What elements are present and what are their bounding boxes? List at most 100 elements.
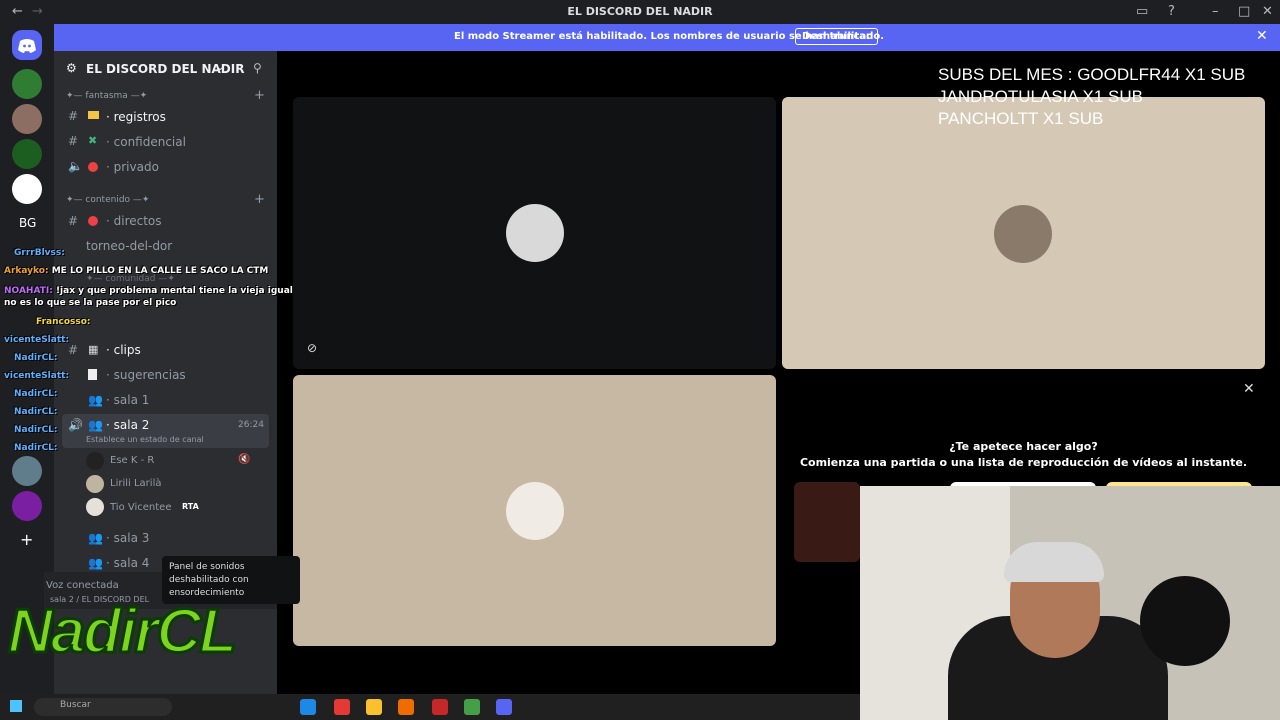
chat-nick: vicenteSlatt: bbox=[4, 371, 70, 381]
category-fantasma[interactable]: ✦— fantasma —✦ bbox=[66, 91, 147, 101]
windows-taskbar: Buscar bbox=[0, 694, 860, 720]
channel-sala1[interactable]: · sala 1 bbox=[106, 393, 149, 407]
channel-torneo[interactable]: torneo-del-dor bbox=[86, 239, 172, 253]
channel-clips[interactable]: · clips bbox=[106, 343, 141, 357]
red-circle-icon bbox=[88, 216, 98, 226]
server-icon-2[interactable] bbox=[12, 104, 42, 134]
users-icon: 👥 bbox=[88, 418, 103, 432]
windows-start-icon[interactable] bbox=[10, 700, 22, 712]
taskbar-search-label: Buscar bbox=[60, 700, 91, 710]
participant-tile[interactable] bbox=[782, 97, 1265, 369]
server-gear-icon: ⚙ bbox=[66, 61, 77, 75]
participant-tile[interactable] bbox=[293, 375, 776, 646]
chat-nick: GrrrBlvss: bbox=[14, 248, 65, 258]
activity-title: ¿Te apetece hacer algo? bbox=[949, 440, 1098, 453]
subs-line: JANDROTULASIA X1 SUB bbox=[938, 87, 1144, 106]
channel-status[interactable]: Establece un estado de canal bbox=[86, 435, 204, 444]
chevron-down-icon[interactable]: ⌄ bbox=[216, 62, 224, 73]
channel-registros[interactable]: · registros bbox=[106, 110, 166, 124]
hash-icon: # bbox=[68, 109, 79, 123]
hash-icon: # bbox=[68, 214, 79, 228]
channel-directos[interactable]: · directos bbox=[106, 214, 162, 228]
channel-sala4[interactable]: · sala 4 bbox=[106, 556, 149, 570]
speaker-icon: 🔊 bbox=[68, 418, 83, 432]
avatar[interactable] bbox=[86, 475, 104, 493]
users-icon: 👥 bbox=[88, 393, 103, 407]
participant-avatar bbox=[506, 204, 564, 262]
users-icon: 👥 bbox=[88, 531, 103, 545]
discord-taskbar-icon[interactable] bbox=[496, 699, 512, 715]
folder-icon bbox=[88, 111, 99, 119]
webcam-feed bbox=[860, 486, 1280, 720]
channel-privado[interactable]: · privado bbox=[106, 160, 159, 174]
voice-user-name[interactable]: Ese K - R bbox=[110, 455, 154, 466]
channel-sala2[interactable]: · sala 2 bbox=[106, 418, 149, 432]
chat-message: NOAHATI: !jax y que problema mental tien… bbox=[4, 285, 294, 309]
users-icon: 👥 bbox=[88, 556, 103, 570]
obs-icon[interactable] bbox=[432, 699, 448, 715]
inbox-icon[interactable]: ▭ bbox=[1136, 4, 1148, 19]
title-bar: ← → EL DISCORD DEL NADIR ▭ ? – □ ✕ bbox=[0, 0, 1280, 24]
taskbar-search[interactable] bbox=[34, 698, 172, 716]
speaker-icon: 🔈 bbox=[68, 159, 83, 173]
help-icon[interactable]: ? bbox=[1168, 4, 1175, 19]
chat-message: Francosso: bbox=[36, 317, 91, 327]
discord-home-icon[interactable] bbox=[12, 30, 42, 60]
chat-message: Arkayko: ME LO PILLO EN LA CALLE LE SACO… bbox=[4, 266, 268, 276]
add-server-icon[interactable]: + bbox=[20, 530, 33, 549]
avatar[interactable] bbox=[86, 498, 104, 516]
server-icon-bg[interactable]: BG bbox=[19, 216, 36, 230]
notepad-icon bbox=[88, 369, 97, 380]
store-icon[interactable] bbox=[464, 699, 480, 715]
close-activity-icon[interactable]: ✕ bbox=[1243, 381, 1255, 397]
close-window-icon[interactable]: ✕ bbox=[1262, 4, 1273, 19]
maximize-icon[interactable]: □ bbox=[1238, 4, 1250, 19]
subs-line: SUBS DEL MES : GOODLFR44 X1 SUB bbox=[938, 65, 1246, 84]
channel-sugerencias[interactable]: · sugerencias bbox=[106, 368, 186, 382]
chat-message: NadirCL: bbox=[14, 425, 58, 435]
edge-icon[interactable] bbox=[300, 699, 316, 715]
chat-message: vicenteSlatt: bbox=[4, 335, 69, 345]
voice-timer: 26:24 bbox=[238, 420, 264, 430]
chat-nick: NadirCL: bbox=[14, 389, 58, 399]
clapper-icon: ▦ bbox=[88, 343, 99, 356]
avatar[interactable] bbox=[86, 452, 104, 470]
tooltip-text: Panel de sonidos deshabilitado con ensor… bbox=[169, 562, 249, 598]
invite-icon[interactable]: ⚲ bbox=[253, 61, 262, 75]
opera-icon[interactable] bbox=[334, 699, 350, 715]
file-explorer-icon[interactable] bbox=[366, 699, 382, 715]
muted-icon: 🔇 bbox=[238, 454, 251, 465]
participant-tile[interactable]: ⊘ bbox=[293, 97, 776, 369]
chat-message: vicenteSlatt: bbox=[4, 371, 69, 381]
hash-icon: # bbox=[68, 343, 79, 357]
subs-line: PANCHOLTT X1 SUB bbox=[938, 109, 1104, 128]
server-icon-6[interactable] bbox=[12, 491, 42, 521]
voice-user-name[interactable]: Tio Vicentee bbox=[110, 502, 172, 513]
activity-card[interactable] bbox=[794, 482, 860, 562]
nadircl-logo: NadirCL bbox=[6, 596, 238, 668]
server-icon-1[interactable] bbox=[12, 69, 42, 99]
chat-message: GrrrBlvss: bbox=[14, 248, 65, 258]
chat-nick: NadirCL: bbox=[14, 407, 58, 417]
add-channel-icon[interactable]: + bbox=[254, 88, 265, 103]
disable-streamer-button[interactable]: Deshabilitar bbox=[795, 28, 878, 45]
video-off-icon: ⊘ bbox=[307, 341, 318, 355]
voice-user-name[interactable]: Lirili Larilà bbox=[110, 478, 161, 489]
participant-avatar bbox=[506, 482, 564, 540]
server-icon-5[interactable] bbox=[12, 456, 42, 486]
firefox-icon[interactable] bbox=[398, 699, 414, 715]
no-entry-icon bbox=[88, 162, 98, 172]
add-channel-icon[interactable]: + bbox=[254, 192, 265, 207]
chat-nick: NadirCL: bbox=[14, 353, 58, 363]
voice-connected-label: Voz conectada bbox=[46, 580, 119, 591]
streamer-mode-banner: El modo Streamer está habilitado. Los no… bbox=[54, 24, 1280, 51]
channel-confidencial[interactable]: · confidencial bbox=[106, 135, 186, 149]
chat-nick: vicenteSlatt: bbox=[4, 335, 70, 345]
category-contenido[interactable]: ✦— contenido —✦ bbox=[66, 195, 149, 205]
channel-sala3[interactable]: · sala 3 bbox=[106, 531, 149, 545]
chat-nick: NadirCL: bbox=[14, 425, 58, 435]
server-icon-3[interactable] bbox=[12, 139, 42, 169]
minimize-icon[interactable]: – bbox=[1212, 4, 1219, 19]
server-icon-4[interactable] bbox=[12, 174, 42, 204]
close-banner-icon[interactable]: ✕ bbox=[1256, 28, 1268, 44]
